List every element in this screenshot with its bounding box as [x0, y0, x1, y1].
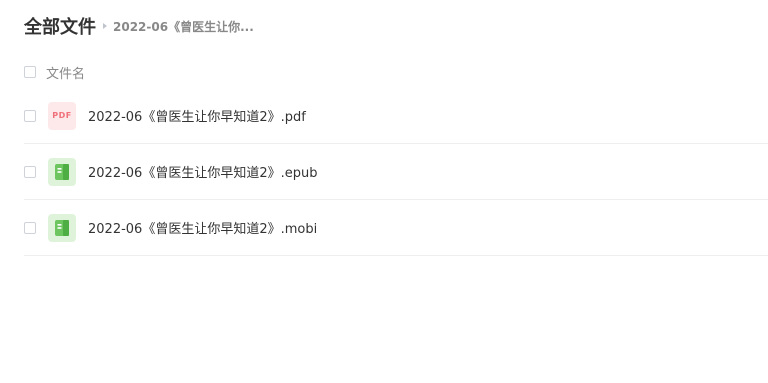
- list-header: 文件名: [24, 62, 85, 82]
- column-header-filename[interactable]: 文件名: [46, 63, 85, 82]
- file-name[interactable]: 2022-06《曾医生让你早知道2》.mobi: [88, 218, 317, 237]
- file-row-checkbox[interactable]: [24, 165, 36, 178]
- file-row-checkbox[interactable]: [24, 109, 36, 122]
- ebook-file-icon: [48, 213, 76, 242]
- pdf-icon-label: PDF: [52, 111, 72, 120]
- select-all-checkbox[interactable]: [24, 66, 36, 78]
- breadcrumb-root-all-files[interactable]: 全部文件: [24, 13, 96, 39]
- file-row-checkbox[interactable]: [24, 221, 36, 234]
- ebook-file-icon: [48, 157, 76, 186]
- breadcrumb: 全部文件 2022-06《曾医生让你...: [24, 13, 254, 39]
- file-name[interactable]: 2022-06《曾医生让你早知道2》.epub: [88, 162, 317, 181]
- file-row[interactable]: PDF 2022-06《曾医生让你早知道2》.pdf: [24, 88, 768, 144]
- file-row[interactable]: 2022-06《曾医生让你早知道2》.epub: [24, 144, 768, 200]
- file-name[interactable]: 2022-06《曾医生让你早知道2》.pdf: [88, 106, 306, 125]
- breadcrumb-current-folder: 2022-06《曾医生让你...: [113, 19, 254, 34]
- pdf-file-icon: PDF: [48, 101, 76, 130]
- file-list: PDF 2022-06《曾医生让你早知道2》.pdf 2022-06《曾医生让你…: [24, 88, 768, 256]
- file-row[interactable]: 2022-06《曾医生让你早知道2》.mobi: [24, 200, 768, 256]
- file-browser-page: 全部文件 2022-06《曾医生让你... 文件名 PDF 2022-06《曾医…: [0, 0, 768, 383]
- breadcrumb-separator-icon: [103, 23, 107, 29]
